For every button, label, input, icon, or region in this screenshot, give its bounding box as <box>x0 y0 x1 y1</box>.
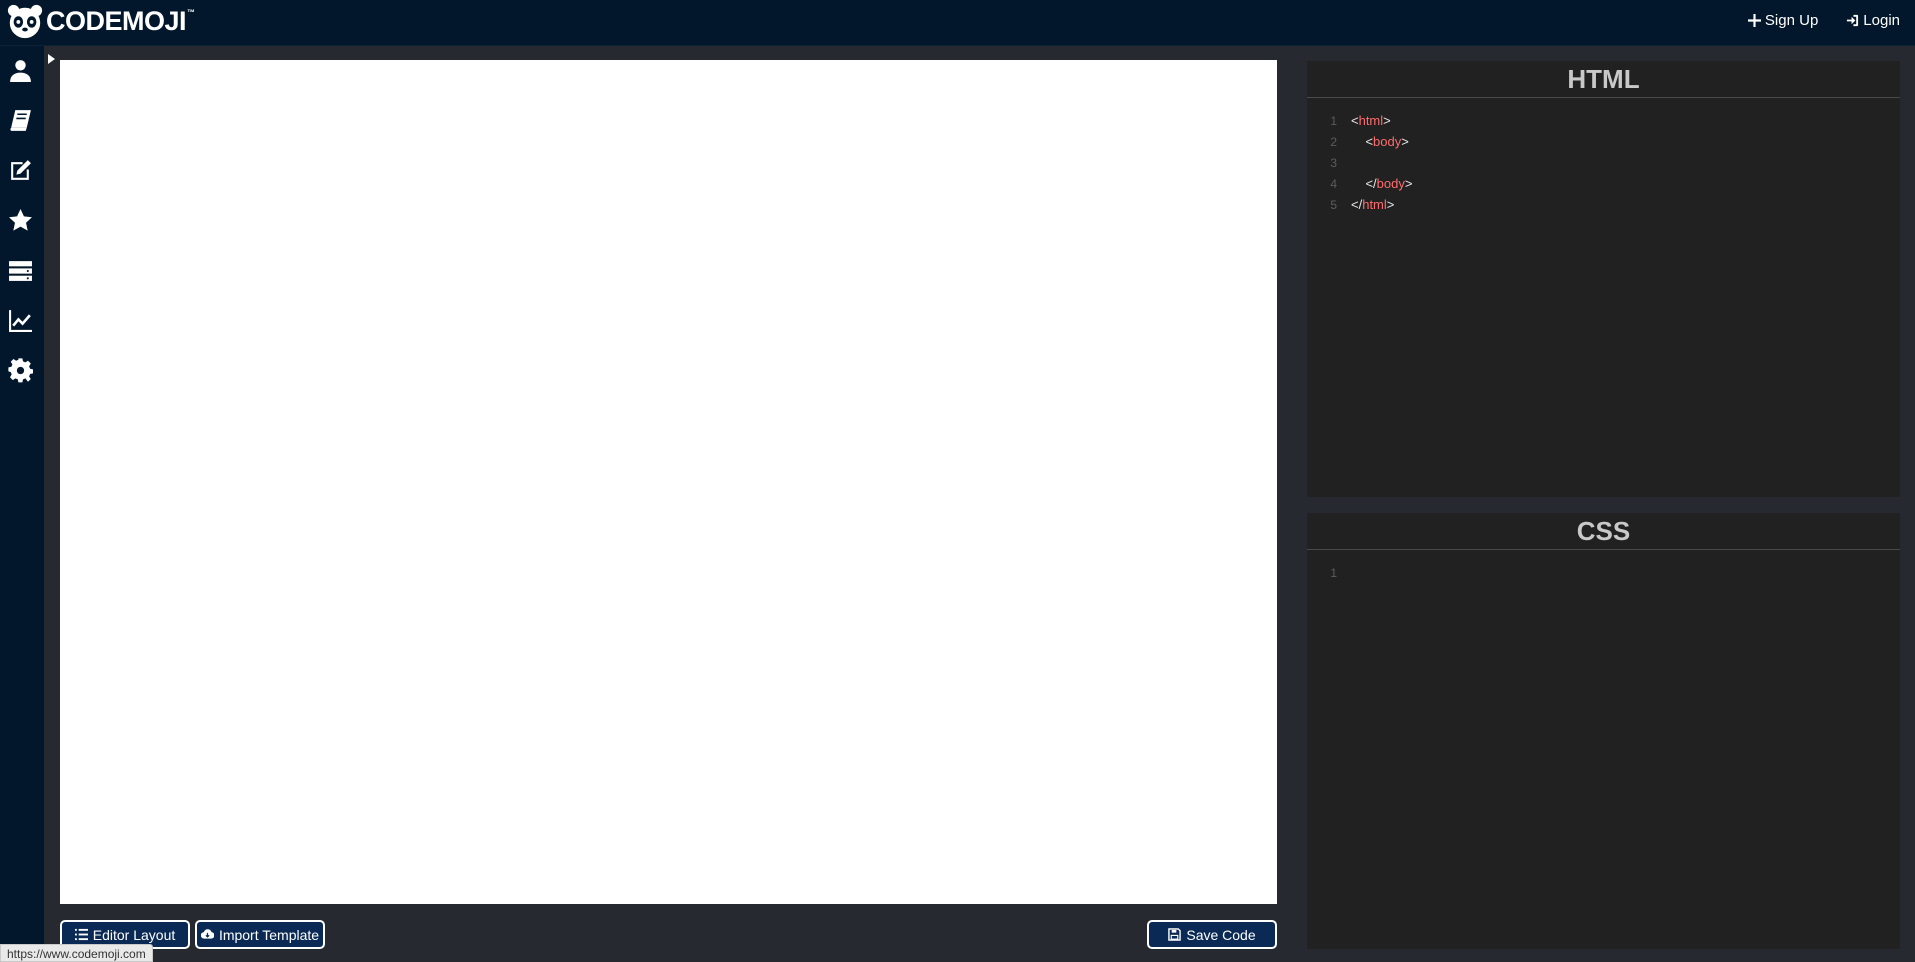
code-bracket: </ <box>1365 176 1377 191</box>
signup-link[interactable]: Sign Up <box>1747 11 1819 29</box>
sidebar-item-library[interactable] <box>7 107 34 134</box>
sidebar-item-favorites[interactable] <box>7 207 34 234</box>
code-line[interactable]: 1 <html> <box>1307 110 1900 131</box>
code-text: <body> <box>1337 134 1409 149</box>
html-editor-title: HTML <box>1307 61 1900 98</box>
code-bracket: > <box>1401 134 1409 149</box>
code-bracket: > <box>1404 176 1413 191</box>
code-line[interactable]: 4 </body> <box>1307 173 1900 194</box>
line-number: 5 <box>1330 197 1337 212</box>
gear-icon <box>8 358 33 383</box>
line-number: 2 <box>1330 134 1337 149</box>
brand-name: CODEMOJI <box>46 5 187 36</box>
floppy-disk-icon <box>1168 928 1182 941</box>
user-icon <box>10 60 31 82</box>
html-editor-panel: HTML 1 <html> 2 <body> 3 4 </body> 5 </h… <box>1307 61 1900 497</box>
save-code-button[interactable]: Save Code <box>1147 920 1277 949</box>
login-link[interactable]: Login <box>1846 12 1900 29</box>
top-navbar: CODEMOJI ™ Sign Up Login <box>0 0 1915 46</box>
plus-icon <box>1747 13 1761 27</box>
login-label: Login <box>1863 11 1900 29</box>
server-icon <box>9 261 32 281</box>
code-text: <html> <box>1337 113 1391 128</box>
signup-label: Sign Up <box>1764 11 1819 29</box>
sign-in-icon <box>1847 14 1859 26</box>
html-code-area[interactable]: 1 <html> 2 <body> 3 4 </body> 5 </html> <box>1307 98 1900 215</box>
line-number: 4 <box>1330 176 1337 191</box>
code-bracket: > <box>1383 113 1391 128</box>
codemoji-logo[interactable]: CODEMOJI ™ <box>6 2 195 40</box>
code-tag: body <box>1376 176 1405 191</box>
sidebar-item-editor[interactable] <box>7 157 34 184</box>
code-bracket: > <box>1386 197 1395 212</box>
list-icon <box>74 928 88 941</box>
code-text: </html> <box>1337 197 1394 212</box>
code-line[interactable]: 3 <box>1307 152 1900 173</box>
star-icon <box>9 209 32 231</box>
code-bracket: </ <box>1351 197 1363 212</box>
css-editor-panel: CSS 1 <box>1307 513 1900 949</box>
sidebar-toggle-arrow-icon[interactable] <box>47 53 56 65</box>
code-bracket: < <box>1351 113 1359 128</box>
sidebar-item-projects[interactable] <box>7 257 34 284</box>
import-template-label: Import Template <box>218 926 320 943</box>
css-code-area[interactable]: 1 <box>1307 550 1900 583</box>
output-preview[interactable] <box>60 60 1277 904</box>
css-editor-title: CSS <box>1307 513 1900 550</box>
sidebar-item-settings[interactable] <box>7 357 34 384</box>
code-line[interactable]: 5 </html> <box>1307 194 1900 215</box>
code-text: </body> <box>1337 176 1412 191</box>
edit-icon <box>11 160 31 180</box>
line-number: 3 <box>1330 155 1337 170</box>
code-line[interactable]: 1 <box>1307 562 1900 583</box>
code-tag: body <box>1373 134 1402 149</box>
code-tag: html <box>1358 113 1384 128</box>
code-tag: html <box>1362 197 1387 212</box>
line-number: 1 <box>1330 113 1337 128</box>
code-bracket: < <box>1365 134 1374 149</box>
chart-line-icon <box>9 310 32 332</box>
editor-layout-label: Editor Layout <box>92 926 176 943</box>
cloud-download-icon <box>200 929 214 939</box>
import-template-button[interactable]: Import Template <box>195 920 325 949</box>
brand-trademark: ™ <box>187 8 196 17</box>
status-bar-url: https://www.codemoji.com <box>0 944 153 962</box>
save-code-label: Save Code <box>1186 926 1256 943</box>
code-line[interactable]: 2 <body> <box>1307 131 1900 152</box>
book-icon <box>10 110 31 131</box>
sidebar <box>0 46 44 962</box>
sidebar-item-stats[interactable] <box>7 307 34 334</box>
sidebar-item-profile[interactable] <box>7 57 34 84</box>
line-number: 1 <box>1330 565 1337 580</box>
panda-logo-icon <box>7 4 43 39</box>
